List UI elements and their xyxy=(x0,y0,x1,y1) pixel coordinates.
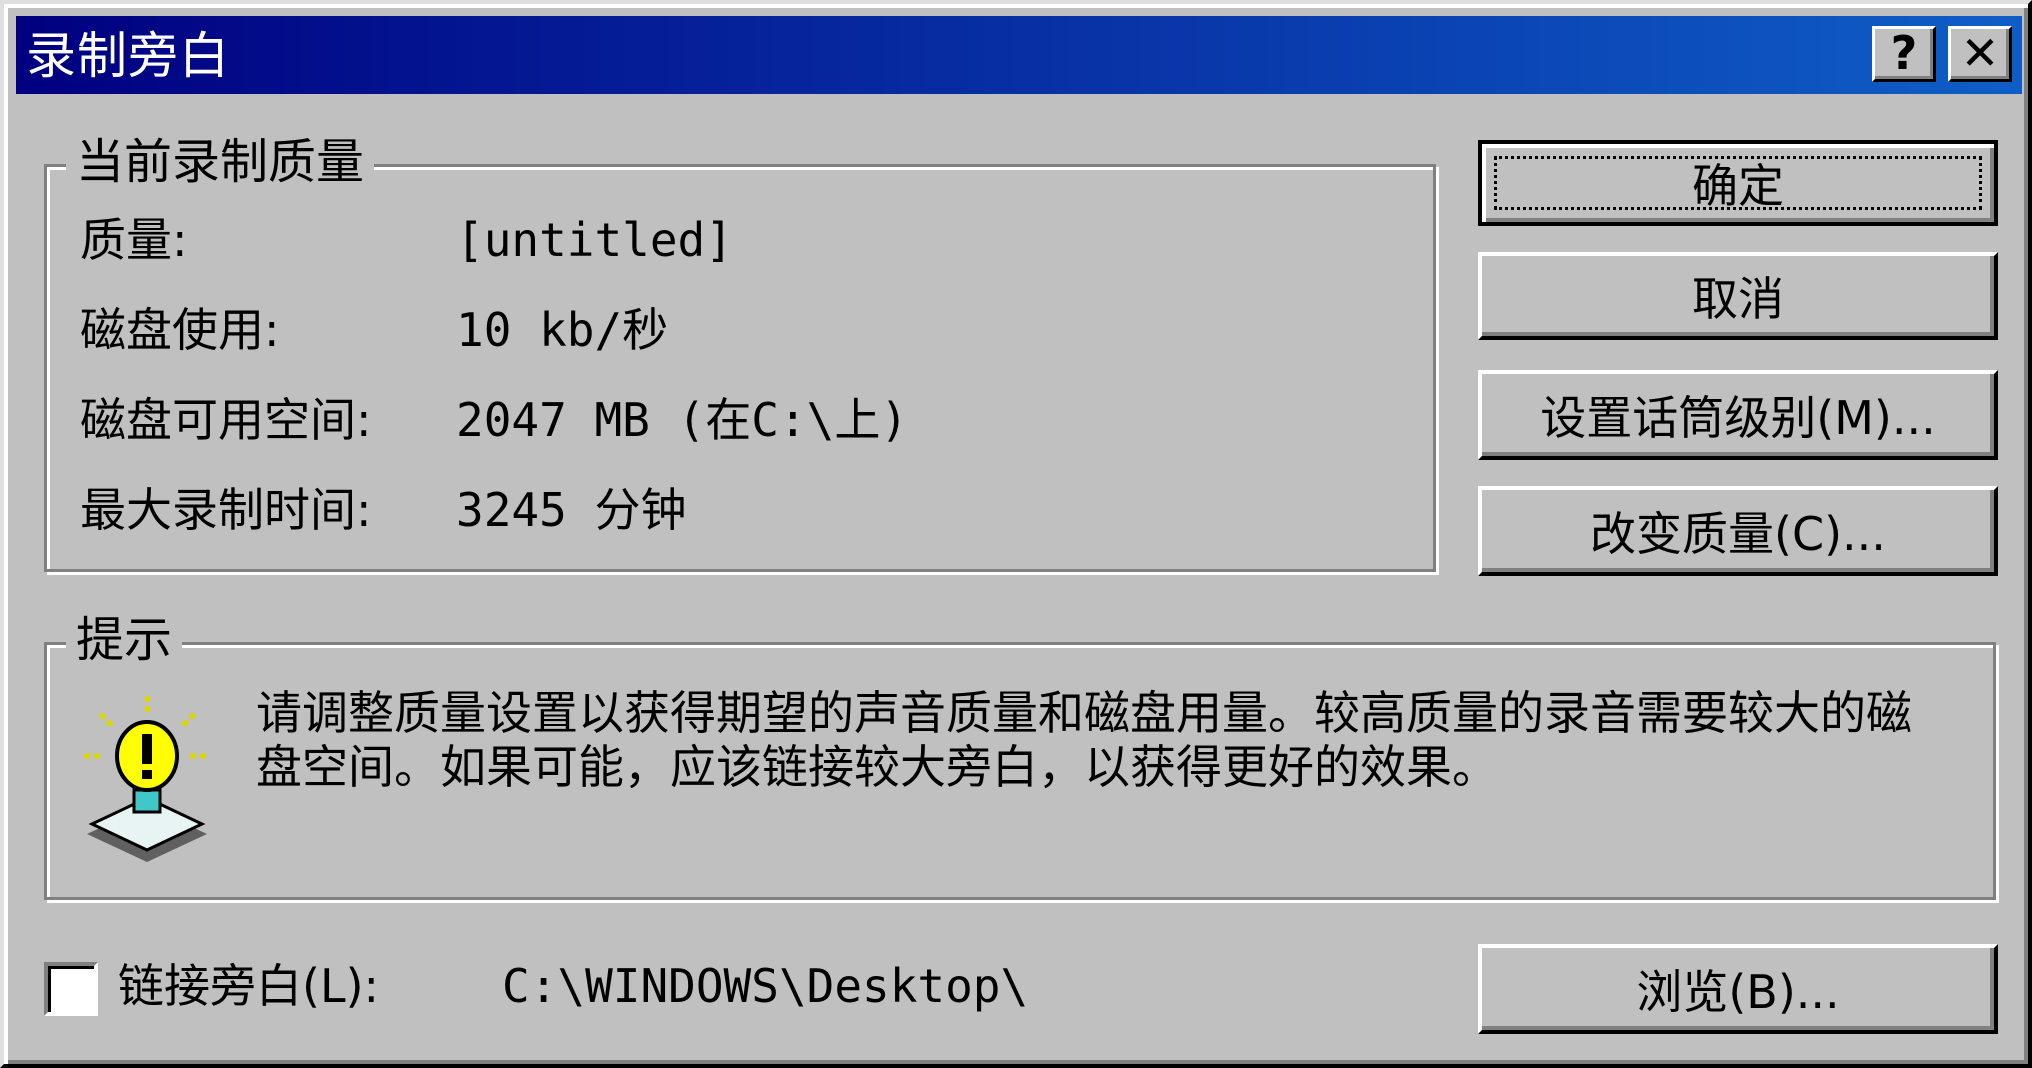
max-record-time-label: 最大录制时间: xyxy=(80,483,372,537)
window-title: 录制旁白 xyxy=(26,27,230,85)
mic-level-button[interactable]: 设置话筒级别(M)... xyxy=(1478,370,1998,460)
link-narration-checkbox[interactable] xyxy=(44,962,98,1016)
tip-group-legend: 提示 xyxy=(66,612,183,668)
close-button[interactable]: ✕ xyxy=(1948,26,2012,82)
help-button[interactable]: ? xyxy=(1872,26,1936,82)
link-narration-label[interactable]: 链接旁白(L): xyxy=(118,958,379,1014)
ok-button[interactable]: 确定 xyxy=(1478,140,1998,226)
free-space-value: 2047 MB (在C:\上) xyxy=(456,393,909,447)
quality-value: [untitled] xyxy=(456,213,733,267)
quality-label: 质量: xyxy=(80,213,188,267)
help-icon: ? xyxy=(1890,26,1918,80)
disk-usage-label: 磁盘使用: xyxy=(80,303,280,357)
quality-group-legend: 当前录制质量 xyxy=(66,134,375,190)
change-quality-button[interactable]: 改变质量(C)... xyxy=(1478,486,1998,576)
lightbulb-icon xyxy=(84,696,210,862)
change-quality-button-label: 改变质量(C)... xyxy=(1590,507,1886,561)
browse-button-label: 浏览(B)... xyxy=(1636,965,1840,1019)
cancel-button[interactable]: 取消 xyxy=(1478,252,1998,340)
cancel-button-label: 取消 xyxy=(1692,272,1784,326)
browse-button[interactable]: 浏览(B)... xyxy=(1478,944,1998,1034)
close-icon: ✕ xyxy=(1960,26,2000,80)
disk-usage-value: 10 kb/秒 xyxy=(456,303,669,357)
mic-level-button-label: 设置话筒级别(M)... xyxy=(1540,391,1936,445)
link-path-value: C:\WINDOWS\Desktop\ xyxy=(502,959,1029,1013)
dialog-window: 录制旁白 ? ✕ 当前录制质量 质量: [untitled] 磁盘使用: 10 … xyxy=(0,0,2032,1068)
free-space-label: 磁盘可用空间: xyxy=(80,393,372,447)
focus-rectangle xyxy=(1494,156,1982,210)
max-record-time-value: 3245 分钟 xyxy=(456,483,687,537)
tip-text: 请调整质量设置以获得期望的声音质量和磁盘用量。较高质量的录音需要较大的磁盘空间。… xyxy=(256,686,1912,794)
title-bar[interactable]: 录制旁白 ? ✕ xyxy=(16,16,2022,94)
